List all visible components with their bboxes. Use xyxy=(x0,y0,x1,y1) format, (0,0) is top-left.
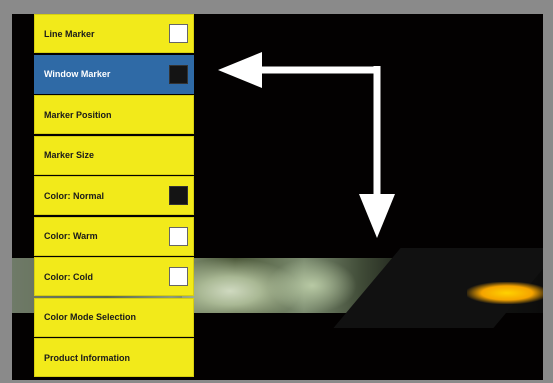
arrow-left-icon xyxy=(218,52,380,88)
arrow-down-icon xyxy=(359,66,395,238)
navigation-arrows xyxy=(218,52,395,238)
